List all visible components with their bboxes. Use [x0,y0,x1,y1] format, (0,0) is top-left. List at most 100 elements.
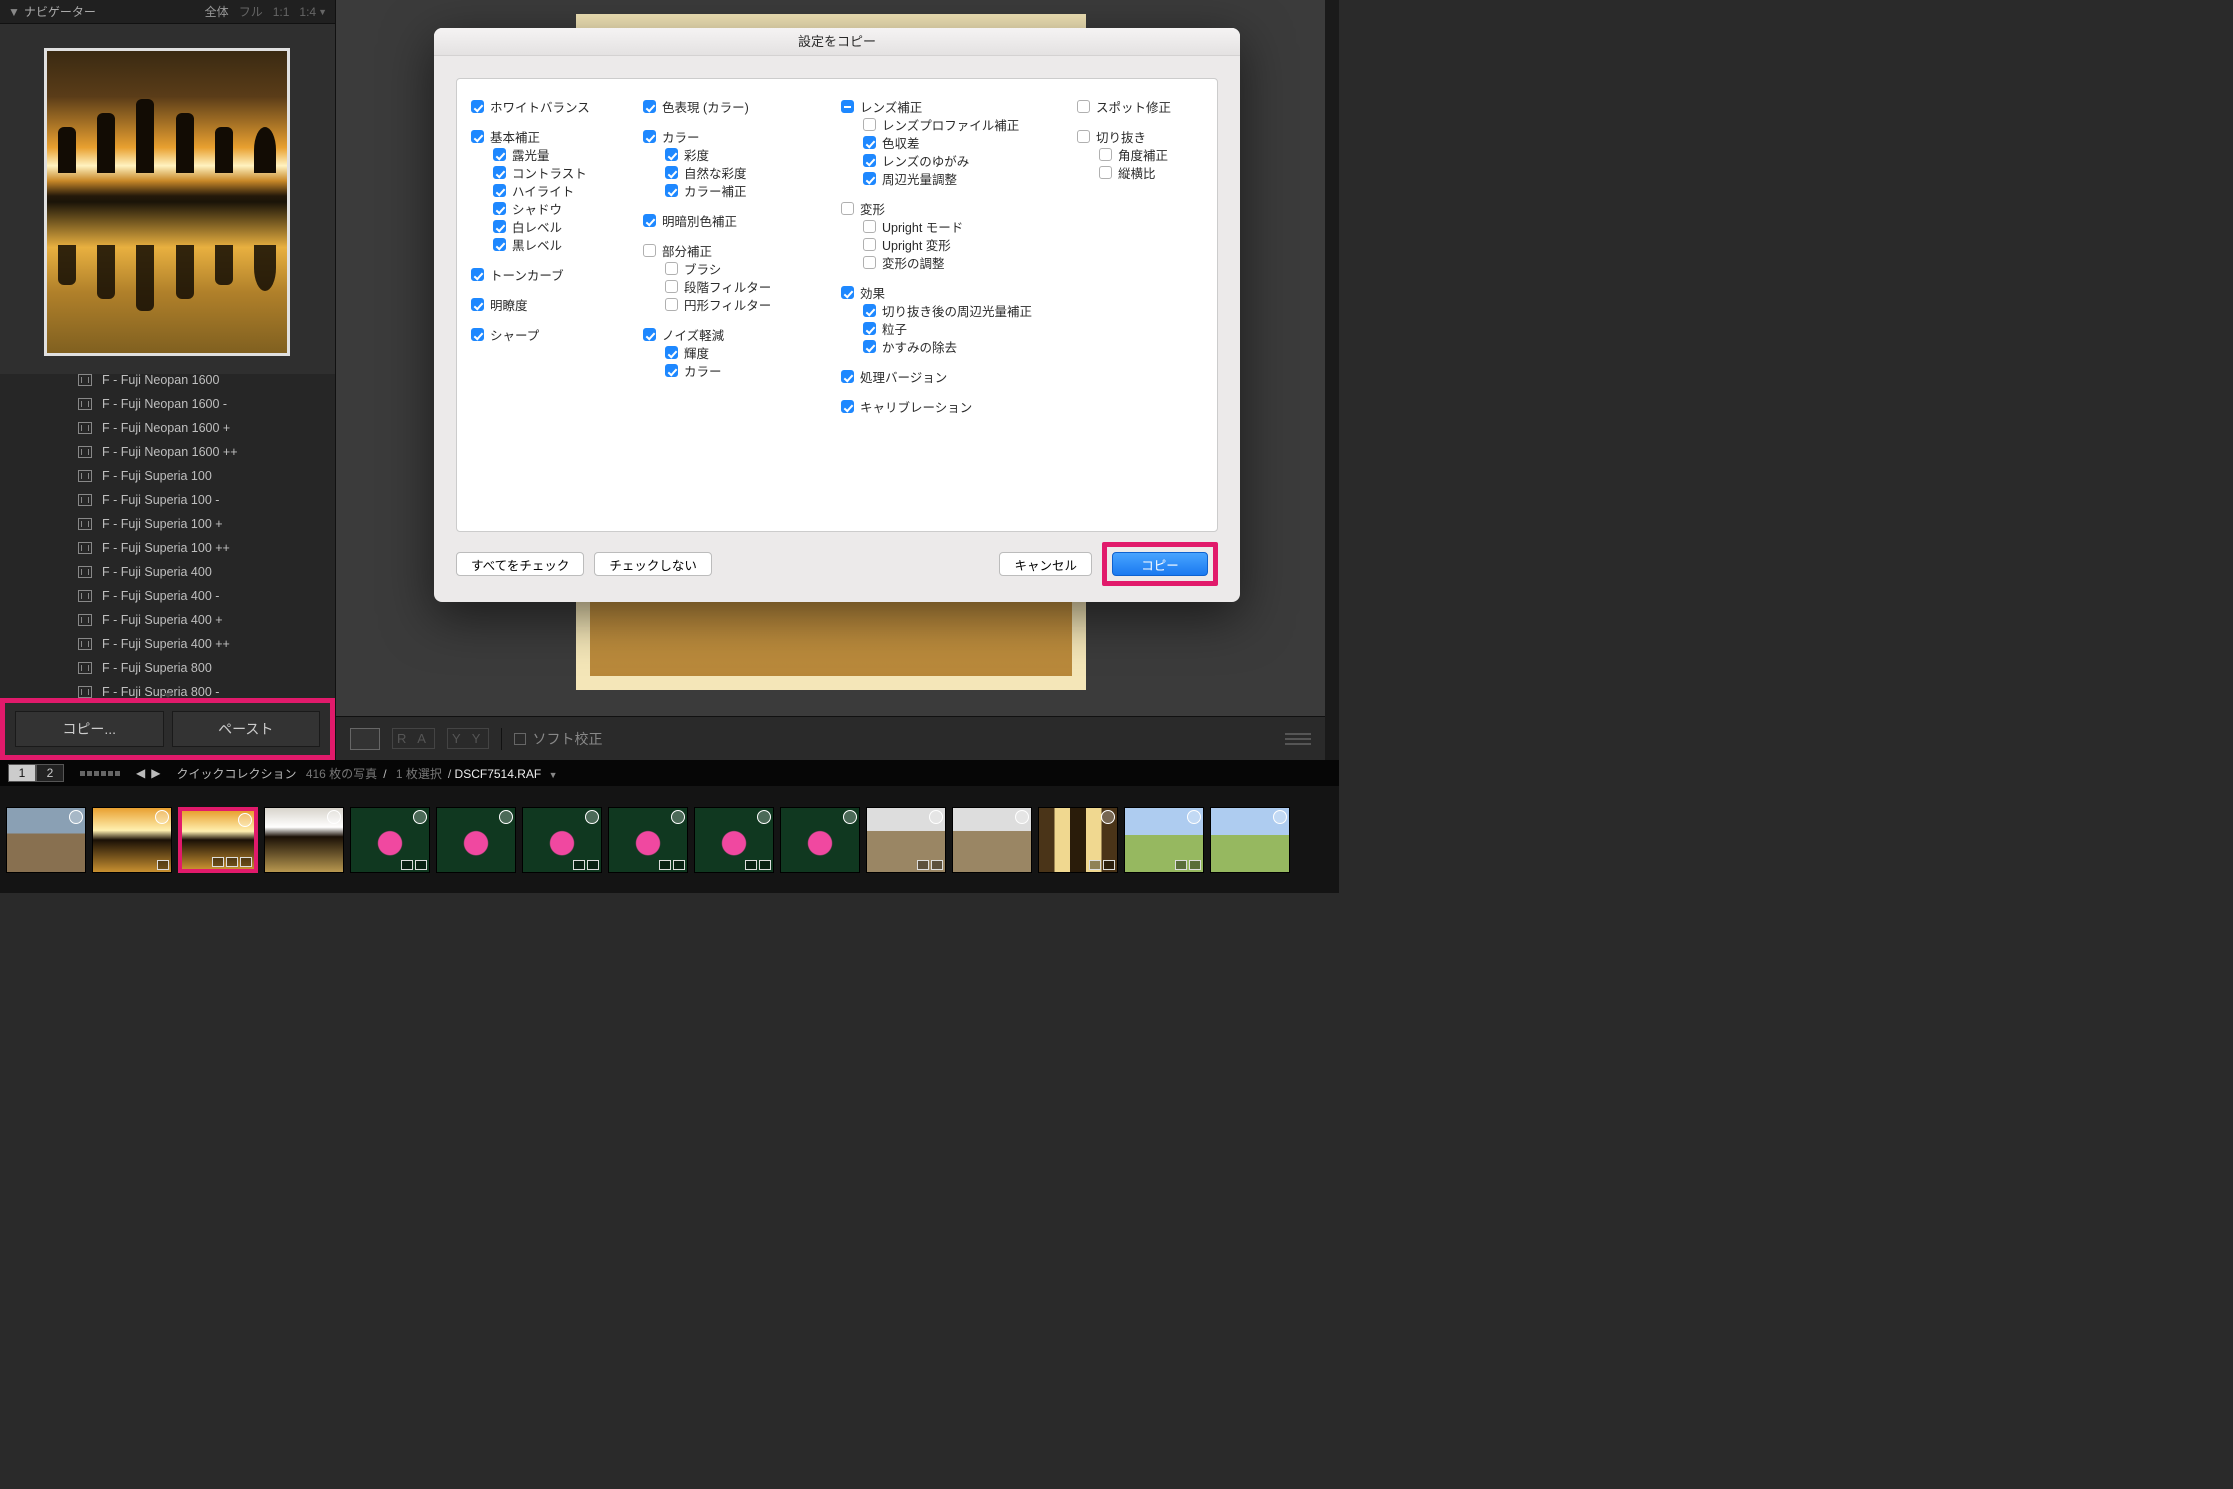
checkbox-icon[interactable] [493,220,506,233]
preset-item[interactable]: F - Fuji Neopan 1600 [0,368,335,392]
checkbox-icon[interactable] [863,118,876,131]
flag-icon[interactable] [671,810,685,824]
monitor-1-button[interactable]: 1 [8,764,36,782]
checkbox-child[interactable]: Upright 変形 [841,235,1069,253]
flag-icon[interactable] [585,810,599,824]
checkbox-icon[interactable] [643,244,656,257]
checkbox-icon[interactable] [493,166,506,179]
chevron-down-icon[interactable]: ▼ [549,770,558,780]
checkbox-icon[interactable] [665,148,678,161]
filmstrip-thumb[interactable] [608,807,688,873]
checkbox-head[interactable]: 色表現 (カラー) [643,97,833,115]
checkbox-child[interactable]: 段階フィルター [643,277,833,295]
checkbox-icon[interactable] [863,304,876,317]
filmstrip-thumb[interactable] [1124,807,1204,873]
checkbox-icon[interactable] [841,400,854,413]
checkbox-head[interactable]: 明暗別色補正 [643,211,833,229]
preset-item[interactable]: F - Fuji Superia 400 ++ [0,632,335,656]
flag-icon[interactable] [499,810,513,824]
toolbar-menu-icon[interactable] [1285,733,1311,745]
checkbox-icon[interactable] [863,340,876,353]
checkbox-child[interactable]: 周辺光量調整 [841,169,1069,187]
preset-list[interactable]: F - Fuji Neopan 1600 F - Fuji Neopan 160… [0,362,335,700]
filmstrip-thumb[interactable] [1038,807,1118,873]
preset-item[interactable]: F - Fuji Superia 100 ++ [0,536,335,560]
flag-icon[interactable] [1015,810,1029,824]
checkbox-child[interactable]: 露光量 [471,145,635,163]
checkbox-icon[interactable] [493,148,506,161]
checkbox-child[interactable]: 切り抜き後の周辺光量補正 [841,301,1069,319]
filmstrip-thumb[interactable] [178,807,258,873]
checkbox-icon[interactable] [471,328,484,341]
zoom-fit[interactable]: 全体 [205,3,229,20]
checkbox-child[interactable]: 変形の調整 [841,253,1069,271]
filmstrip-thumb[interactable] [92,807,172,873]
checkbox-child[interactable]: カラー [643,361,833,379]
checkbox-child[interactable]: 彩度 [643,145,833,163]
filmstrip-thumb[interactable] [780,807,860,873]
checkbox-head[interactable]: 切り抜き [1077,127,1225,145]
next-icon[interactable]: ▶ [151,766,160,780]
cancel-button[interactable]: キャンセル [999,552,1092,576]
filmstrip-thumb[interactable] [436,807,516,873]
checkbox-icon[interactable] [1099,166,1112,179]
checkbox-icon[interactable] [1077,100,1090,113]
checkbox-icon[interactable] [665,298,678,311]
checkbox-child[interactable]: コントラスト [471,163,635,181]
checkbox-icon[interactable] [1099,148,1112,161]
flag-icon[interactable] [155,810,169,824]
checkbox-child[interactable]: 輝度 [643,343,833,361]
preset-item[interactable]: F - Fuji Superia 100 - [0,488,335,512]
prev-icon[interactable]: ◀ [136,766,145,780]
checkbox-icon[interactable] [863,136,876,149]
checkbox-icon[interactable] [471,268,484,281]
checkbox-child[interactable]: レンズプロファイル補正 [841,115,1069,133]
checkbox-icon[interactable] [863,172,876,185]
checkbox-child[interactable]: カラー補正 [643,181,833,199]
checkbox-icon[interactable] [863,154,876,167]
navigator-preview[interactable] [44,48,290,356]
checkbox-child[interactable]: ブラシ [643,259,833,277]
flag-icon[interactable] [757,810,771,824]
checkbox-head[interactable]: ホワイトバランス [471,97,635,115]
filmstrip-thumb[interactable] [866,807,946,873]
checkbox-icon[interactable] [863,256,876,269]
checkbox-head[interactable]: 明瞭度 [471,295,635,313]
filmstrip[interactable] [0,786,1339,893]
checkbox-child[interactable]: 粒子 [841,319,1069,337]
checkbox-head[interactable]: 効果 [841,283,1069,301]
filmstrip-thumb[interactable] [952,807,1032,873]
preset-item[interactable]: F - Fuji Neopan 1600 ++ [0,440,335,464]
checkbox-icon[interactable] [665,262,678,275]
checkbox-child[interactable]: 縦横比 [1077,163,1225,181]
checkbox-icon[interactable] [493,238,506,251]
check-none-button[interactable]: チェックしない [594,552,712,576]
loupe-view-icon[interactable] [350,728,380,750]
flag-icon[interactable] [1101,810,1115,824]
checkbox-head[interactable]: トーンカーブ [471,265,635,283]
checkbox-icon[interactable] [665,166,678,179]
preset-item[interactable]: F - Fuji Neopan 1600 - [0,392,335,416]
flag-icon[interactable] [843,810,857,824]
checkbox-icon[interactable] [493,202,506,215]
checkbox-head[interactable]: 変形 [841,199,1069,217]
checkbox-icon[interactable] [643,100,656,113]
checkbox-icon[interactable] [643,214,656,227]
flag-icon[interactable] [413,810,427,824]
copy-settings-button[interactable]: コピー... [15,711,164,747]
checkbox-icon[interactable] [665,346,678,359]
checkbox-icon[interactable] [665,364,678,377]
checkbox-child[interactable]: 黒レベル [471,235,635,253]
monitor-2-button[interactable]: 2 [36,764,64,782]
checkbox-icon[interactable] [863,238,876,251]
checkbox-child[interactable]: 色収差 [841,133,1069,151]
checkbox-child[interactable]: シャドウ [471,199,635,217]
checkbox-head[interactable]: スポット修正 [1077,97,1225,115]
filmstrip-thumb[interactable] [694,807,774,873]
checkbox-icon[interactable] [1077,130,1090,143]
checkbox-head[interactable]: 部分補正 [643,241,833,259]
preset-item[interactable]: F - Fuji Superia 800 [0,656,335,680]
checkbox-child[interactable]: かすみの除去 [841,337,1069,355]
checkbox-head[interactable]: 処理バージョン [841,367,1069,385]
preset-item[interactable]: F - Fuji Superia 100 [0,464,335,488]
